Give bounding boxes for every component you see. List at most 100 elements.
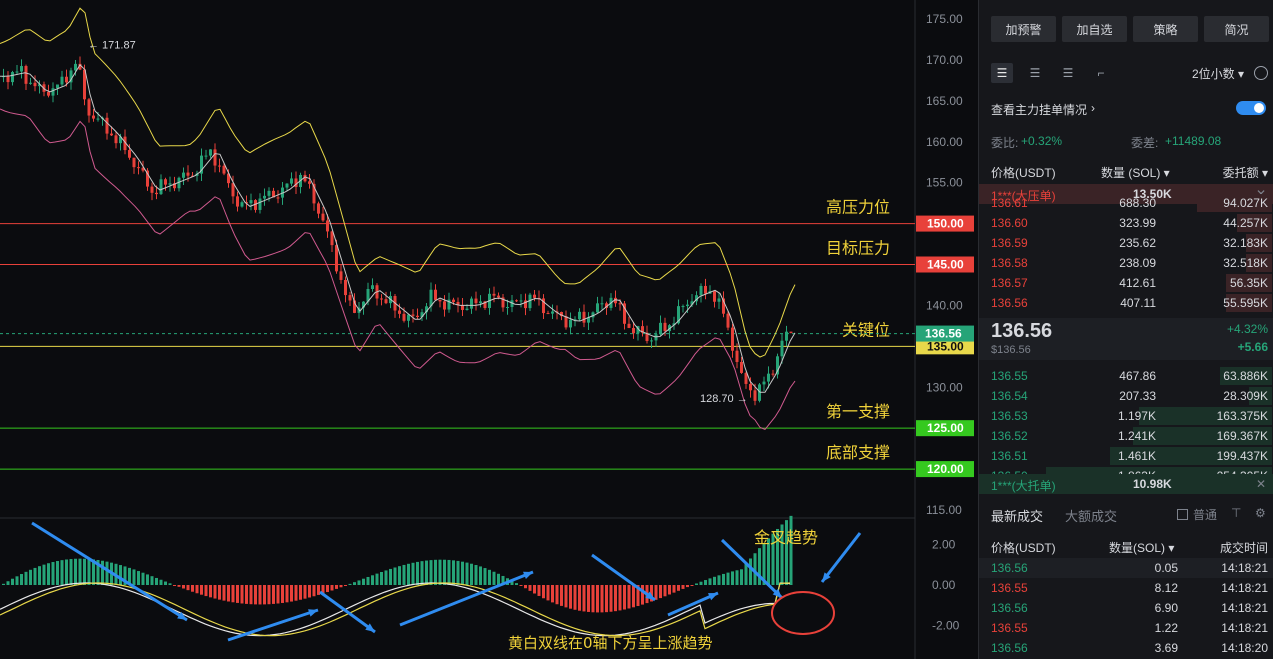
macd-bar: [483, 568, 487, 585]
candlestick-chart[interactable]: 175.00 170.00 165.00 160.00 155.00 150.00 145.…: [0, 0, 978, 659]
macd-bar: [281, 585, 284, 603]
trade-time: 14:18:20: [1221, 641, 1268, 655]
macd-bar: [569, 585, 572, 609]
macd-bar: [443, 559, 446, 585]
candle-body: [474, 298, 478, 304]
ask-row[interactable]: 136.61 688.30 94.027K: [979, 193, 1273, 213]
bid-row[interactable]: 136.53 1.197K 163.375K: [979, 406, 1273, 426]
candle-body: [24, 66, 28, 84]
high-label: ← 171.87: [88, 40, 136, 52]
chart-area[interactable]: 175.00 170.00 165.00 160.00 155.00 150.00 145.…: [0, 0, 978, 659]
trade-row: 136.56 0.05 14:18:21: [979, 558, 1273, 578]
close-icon[interactable]: ✕: [1256, 477, 1266, 491]
macd-bar: [69, 559, 73, 585]
bid-row[interactable]: 136.55 467.86 63.886K: [979, 366, 1273, 386]
macd-bar: [24, 571, 28, 585]
macd-bar: [339, 585, 343, 588]
macd-bar: [789, 515, 793, 585]
macd-bar: [470, 563, 473, 585]
candle-body: [546, 313, 550, 315]
macd-bar: [173, 585, 176, 586]
trade-time-header: 成交时间: [1219, 541, 1268, 555]
overview-button[interactable]: 简况: [1204, 16, 1269, 42]
candle-body: [663, 322, 667, 332]
decimals-select[interactable]: 2位小数 ▾: [1192, 65, 1244, 82]
main-order-row[interactable]: 查看主力挂单情况 ›: [979, 98, 1273, 118]
ask-row[interactable]: 136.58 238.09 32.518K: [979, 253, 1273, 273]
big-buy-label: 1***(大托单): [991, 479, 1056, 493]
candle-body: [285, 183, 289, 188]
settings-icon[interactable]: ⚙: [1255, 506, 1266, 520]
both-sides-icon[interactable]: ☰: [991, 63, 1013, 83]
macd-bar: [357, 580, 361, 585]
candle-body: [749, 383, 752, 391]
qty-header-label: 数量 (SOL): [1101, 166, 1161, 180]
amount-header[interactable]: 委托额 ▾: [1223, 164, 1268, 181]
macd-bar: [83, 558, 86, 585]
trade-qty-header[interactable]: 数量(SOL) ▾: [1109, 539, 1174, 556]
macd-bar: [708, 578, 712, 585]
macd-bar: [659, 585, 662, 599]
settings-icon[interactable]: [1254, 66, 1268, 80]
candle-body: [578, 311, 581, 320]
ask-qty: 235.62: [1119, 236, 1156, 250]
macd-bar: [533, 585, 536, 594]
strategy-button[interactable]: 策略: [1133, 16, 1198, 42]
tab-latest-trades[interactable]: 最新成交: [991, 506, 1043, 525]
macd-bar: [164, 581, 167, 585]
ask-row[interactable]: 136.57 412.61 56.35K: [979, 273, 1273, 293]
ask-qty: 688.30: [1119, 196, 1156, 210]
asks-only-icon[interactable]: ☰: [1057, 63, 1079, 83]
bid-row[interactable]: 136.54 207.33 28.309K: [979, 386, 1273, 406]
filter-icon[interactable]: ⊤: [1231, 506, 1241, 520]
big-buy-row[interactable]: 1***(大托单) 10.98K ✕: [979, 474, 1273, 494]
macd-bar: [141, 572, 145, 585]
candle-body: [29, 82, 32, 84]
watchlist-button[interactable]: 加自选: [1062, 16, 1127, 42]
ratio-row: 委比: +0.32% 委差: +11489.08: [979, 131, 1273, 151]
macd-bar: [407, 563, 410, 585]
candle-body: [231, 183, 235, 197]
bid-row[interactable]: 136.51 1.461K 199.437K: [979, 446, 1273, 466]
macd-bar: [731, 571, 734, 585]
bids-only-icon[interactable]: ☰: [1024, 63, 1046, 83]
level-tag-text: 145.00: [927, 258, 964, 272]
candle-body: [56, 84, 59, 89]
candle-body: [735, 350, 739, 362]
macd-bar: [686, 585, 689, 588]
low-label: 128.70 →: [700, 393, 748, 405]
candle-body: [371, 285, 374, 290]
macd-bar: [236, 585, 239, 603]
ask-row[interactable]: 136.56 407.11 55.595K: [979, 293, 1273, 313]
trade-qty-header-label: 数量(SOL): [1109, 541, 1166, 555]
alert-button[interactable]: 加预警: [991, 16, 1056, 42]
trade-price: 136.56: [991, 641, 1028, 655]
macd-bar: [596, 585, 599, 613]
main-order-toggle[interactable]: [1236, 101, 1266, 115]
candle-body: [339, 271, 343, 280]
layout-icon[interactable]: ⌐: [1090, 63, 1112, 83]
level-tag-text: 120.00: [927, 462, 964, 476]
macd-bar: [294, 585, 298, 601]
ask-row[interactable]: 136.60 323.99 44.257K: [979, 213, 1273, 233]
change-pct: +4.32%: [1226, 322, 1268, 336]
macd-bar: [447, 559, 451, 585]
candle-body: [434, 289, 437, 300]
candle-body: [564, 316, 568, 328]
macd-bar: [564, 585, 568, 608]
bid-row[interactable]: 136.52 1.241K 169.367K: [979, 426, 1273, 446]
tab-large-trades[interactable]: 大额成交: [1065, 506, 1117, 525]
bid-amount: 28.309K: [1223, 389, 1268, 403]
ask-row[interactable]: 136.59 235.62 32.183K: [979, 233, 1273, 253]
candle-body: [780, 340, 784, 357]
candle-body: [150, 186, 154, 193]
normal-checkbox[interactable]: [1177, 509, 1188, 520]
candle-body: [321, 213, 325, 221]
chevron-right-icon: ›: [1091, 101, 1095, 115]
candle-body: [569, 319, 572, 328]
macd-bar: [722, 573, 725, 585]
candle-body: [753, 390, 757, 401]
macd-bar: [555, 585, 559, 605]
candle-body: [209, 149, 212, 156]
qty-header[interactable]: 数量 (SOL) ▾: [1101, 164, 1170, 181]
